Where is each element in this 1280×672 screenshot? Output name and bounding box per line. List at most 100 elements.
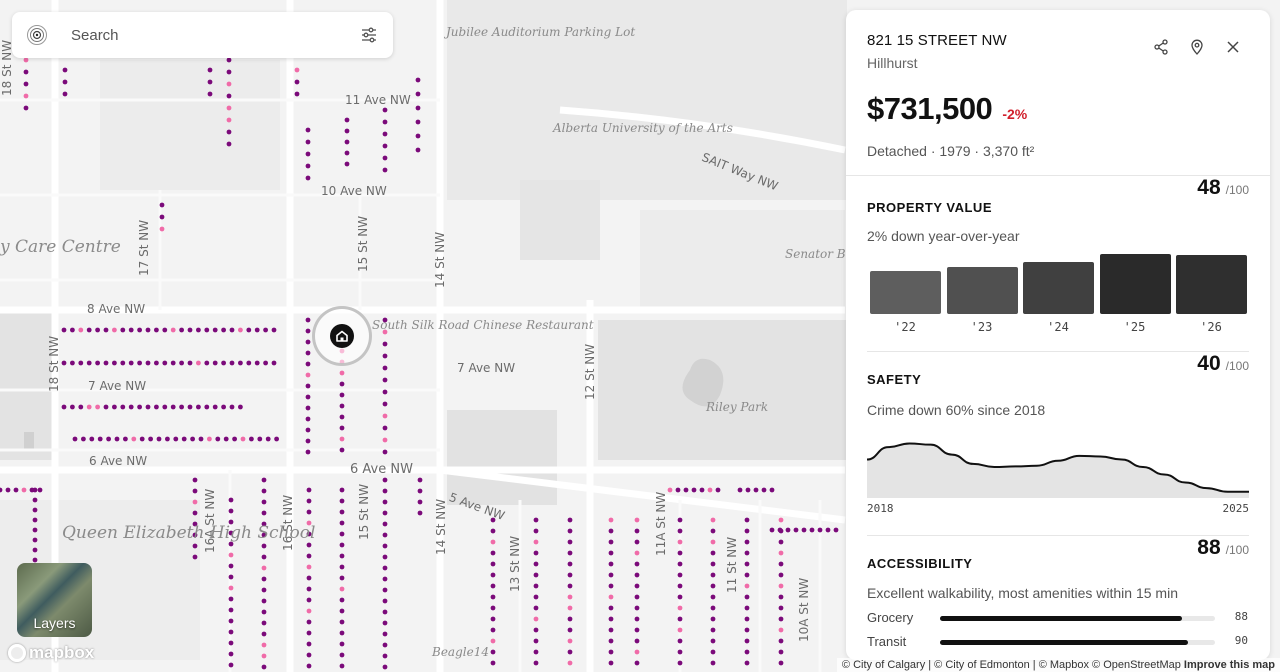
street-label: 14 St NW xyxy=(434,498,448,555)
property-dot xyxy=(306,564,312,570)
location-pin-icon[interactable] xyxy=(1188,38,1206,56)
property-dot xyxy=(306,663,312,669)
filter-icon[interactable] xyxy=(359,25,379,45)
property-dot xyxy=(382,565,388,571)
property-dot xyxy=(608,605,614,611)
property-panel: 821 15 STREET NW Hillhurst $731,500 -2% … xyxy=(846,10,1270,660)
property-dot xyxy=(86,404,92,410)
home-marker[interactable] xyxy=(312,306,372,366)
property-dot xyxy=(744,649,750,655)
property-dot xyxy=(339,403,345,409)
street-label: 12 St NW xyxy=(583,343,597,400)
property-dot xyxy=(61,360,67,366)
property-dot xyxy=(382,664,388,670)
property-dot xyxy=(62,67,68,73)
property-dot xyxy=(490,638,496,644)
property-dot xyxy=(238,327,243,333)
property-dot xyxy=(490,583,496,589)
section-title: SAFETY xyxy=(867,372,922,387)
layers-button[interactable]: Layers xyxy=(17,563,92,637)
property-dot xyxy=(103,327,109,333)
property-dot xyxy=(305,339,311,345)
property-dot xyxy=(339,520,345,526)
property-dot xyxy=(145,327,151,333)
property-dot xyxy=(490,572,496,578)
score: 40 /100 xyxy=(1197,352,1249,376)
property-dot xyxy=(533,561,539,567)
improve-map-link[interactable]: Improve this map xyxy=(1184,659,1275,671)
property-dot xyxy=(382,510,388,516)
property-dot xyxy=(533,594,539,600)
app-logo-icon[interactable] xyxy=(25,23,49,47)
property-dot xyxy=(833,527,839,533)
property-dot xyxy=(382,389,388,395)
property-dot xyxy=(229,360,235,366)
property-dot xyxy=(212,404,218,410)
property-dot xyxy=(778,583,784,589)
property-dot xyxy=(261,653,267,659)
property-dot xyxy=(192,543,198,549)
property-dot xyxy=(417,510,423,516)
property-dot xyxy=(228,607,234,613)
crime-trend-chart xyxy=(867,442,1249,498)
property-dot xyxy=(226,141,232,147)
property-dot xyxy=(382,587,388,593)
property-dot xyxy=(608,583,614,589)
property-dot xyxy=(232,436,238,442)
property-dot xyxy=(294,67,300,73)
street-label: 16A St NW xyxy=(203,488,217,553)
amenity-row: Transit 90 xyxy=(867,634,1248,649)
property-dot xyxy=(192,510,198,516)
property-dot xyxy=(154,327,159,333)
property-dot xyxy=(710,550,716,556)
property-dot xyxy=(382,413,388,419)
property-dot xyxy=(305,438,311,444)
property-dot xyxy=(95,327,100,333)
property-dot xyxy=(801,527,807,533)
property-dot xyxy=(677,649,683,655)
property-dot xyxy=(737,487,743,493)
property-dot xyxy=(173,436,179,442)
property-dot xyxy=(305,372,311,378)
property-dot xyxy=(417,477,423,483)
property-dot xyxy=(165,436,170,442)
property-dot xyxy=(207,79,213,85)
property-dot xyxy=(634,539,640,545)
share-icon[interactable] xyxy=(1152,38,1170,56)
property-dot xyxy=(415,119,421,125)
property-dot xyxy=(710,649,716,655)
search-input[interactable] xyxy=(71,26,331,44)
property-dot xyxy=(221,404,227,410)
property-dot xyxy=(339,370,345,376)
property-dot xyxy=(778,605,784,611)
property-dot xyxy=(744,616,750,622)
property-dot xyxy=(339,531,345,537)
amenity-name: Grocery xyxy=(867,610,914,625)
property-dot xyxy=(567,561,573,567)
street-label: 13 St NW xyxy=(508,535,522,592)
street-label: 11 Ave NW xyxy=(345,93,411,107)
property-dot xyxy=(710,605,716,611)
property-dot xyxy=(226,57,232,63)
property-dot xyxy=(769,487,775,493)
property-dot xyxy=(533,627,539,633)
property-dot xyxy=(170,404,176,410)
property-dot xyxy=(744,627,750,633)
property-dot xyxy=(710,638,716,644)
property-dot xyxy=(5,487,11,493)
property-dot xyxy=(634,649,640,655)
street-label: 14 St NW xyxy=(433,231,447,288)
amenity-row: Grocery 88 xyxy=(867,610,1248,625)
close-icon[interactable] xyxy=(1224,38,1242,56)
property-dot xyxy=(382,401,388,407)
property-dot xyxy=(344,150,350,156)
map-attribution: © City of Calgary | © City of Edmonton |… xyxy=(836,658,1280,672)
property-dot xyxy=(305,163,311,169)
property-dot xyxy=(228,563,234,569)
property-dot xyxy=(567,550,573,556)
area-label: Queen Elizabeth High School xyxy=(62,523,316,543)
search-bar xyxy=(12,12,393,58)
property-dot xyxy=(382,488,388,494)
property-dot xyxy=(382,155,388,161)
property-dot xyxy=(382,143,388,149)
